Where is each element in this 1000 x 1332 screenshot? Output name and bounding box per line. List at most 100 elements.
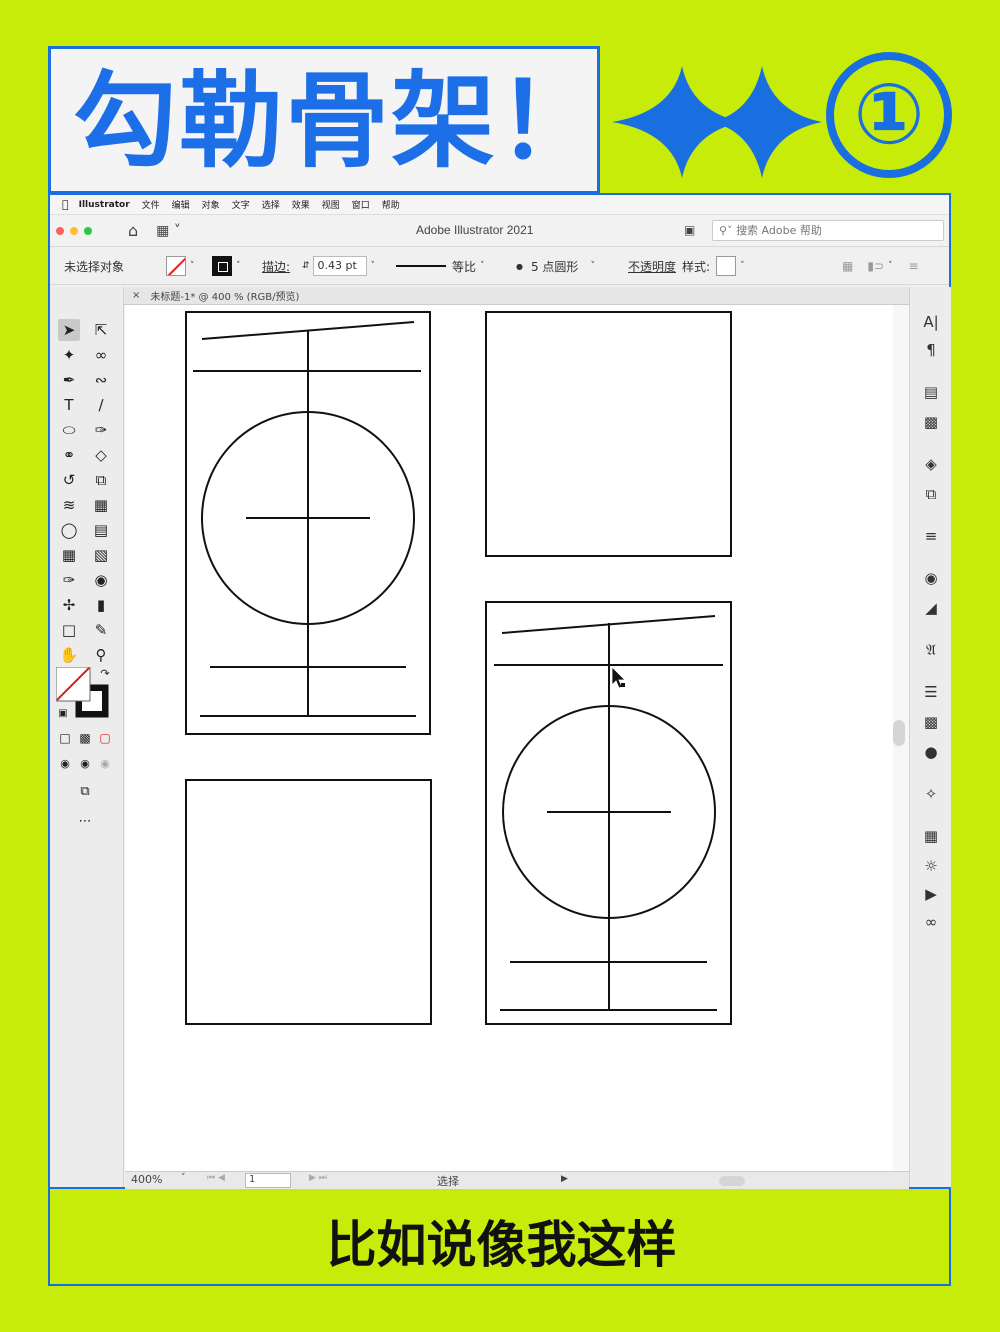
stroke-stepper-icon[interactable]: ⇵	[302, 261, 310, 271]
chevron-down-icon[interactable]: ˅	[236, 261, 241, 271]
menu-item-edit[interactable]: 编辑	[172, 198, 190, 211]
none-mode-icon[interactable]: ▢	[94, 727, 116, 749]
shaper-tool-icon[interactable]: ⚭	[58, 444, 80, 466]
blend-tool-icon[interactable]: ◉	[90, 569, 112, 591]
next-artboard-icon[interactable]: ▶ ⏭	[309, 1173, 327, 1183]
width-tool-icon[interactable]: ≋	[58, 494, 80, 516]
artboard-tool-icon[interactable]: □	[58, 619, 80, 641]
type-tool-icon[interactable]: T	[58, 394, 80, 416]
hand-tool-icon[interactable]: ✋	[58, 644, 80, 666]
stroke-panel-icon[interactable]: ☰	[920, 681, 942, 703]
pathfinder-panel-icon[interactable]: ▩	[920, 411, 942, 433]
chevron-down-icon[interactable]: ˅	[480, 261, 485, 271]
gradient-mode-icon[interactable]: ▩	[74, 727, 96, 749]
color-guide-panel-icon[interactable]: ◢	[920, 597, 942, 619]
scale-tool-icon[interactable]: ⧉	[90, 469, 112, 491]
fill-none-swatch[interactable]	[166, 256, 186, 276]
align-panel-icon[interactable]: ▤	[920, 381, 942, 403]
stroke-swatch[interactable]	[212, 256, 232, 276]
help-search-input[interactable]	[736, 224, 927, 237]
fill-control[interactable]: ˅	[166, 256, 195, 276]
chevron-down-icon[interactable]: ˅	[740, 261, 745, 271]
symbols-panel-icon[interactable]: ✧	[920, 783, 942, 805]
close-icon[interactable]: ×	[132, 290, 140, 301]
arrange-documents-icon[interactable]: ▣	[684, 223, 695, 237]
close-window-button[interactable]	[56, 226, 64, 235]
artboards-panel-icon[interactable]: ⧉	[920, 483, 942, 505]
gradient-panel-icon[interactable]: ▩	[920, 711, 942, 733]
zoom-level[interactable]: 400%	[131, 1173, 162, 1186]
default-colors-icon[interactable]: ▣	[52, 703, 74, 725]
artboard-number-field[interactable]: 1	[245, 1173, 291, 1188]
menu-item-effect[interactable]: 效果	[292, 198, 310, 211]
free-transform-tool-icon[interactable]: ▦	[90, 494, 112, 516]
selection-tool-icon[interactable]: ➤	[58, 319, 80, 341]
horizontal-scroll-thumb[interactable]	[719, 1176, 745, 1186]
menu-item-object[interactable]: 对象	[202, 198, 220, 211]
mesh-tool-icon[interactable]: ▦	[58, 544, 80, 566]
menu-item-file[interactable]: 文件	[142, 198, 160, 211]
line-tool-icon[interactable]: ∕	[90, 394, 112, 416]
chevron-down-icon[interactable]: ˅	[590, 261, 595, 271]
chevron-down-icon[interactable]: ˅	[371, 261, 376, 271]
transparency-panel-icon[interactable]: ●	[920, 741, 942, 763]
draw-inside-icon[interactable]: ◉	[94, 753, 116, 775]
zoom-window-button[interactable]	[84, 226, 92, 235]
paintbrush-tool-icon[interactable]: ✑	[90, 419, 112, 441]
gradient-tool-icon[interactable]: ▧	[90, 544, 112, 566]
rotate-tool-icon[interactable]: ↺	[58, 469, 80, 491]
brush-definition[interactable]: ● 5 点圆形 ˅	[516, 256, 595, 276]
color-mode-icon[interactable]: □	[54, 727, 76, 749]
direct-selection-tool-icon[interactable]: ⇱	[90, 319, 112, 341]
document-tab[interactable]: × 未标题-1* @ 400 % (RGB/预览)	[124, 288, 313, 303]
ellipse-tool-icon[interactable]: ⬭	[58, 419, 80, 441]
curvature-tool-icon[interactable]: ∾	[90, 369, 112, 391]
panel-menu-icon[interactable]: ≡	[909, 259, 919, 273]
pen-tool-icon[interactable]: ✒	[58, 369, 80, 391]
align-icon[interactable]: ▦	[842, 259, 853, 273]
eyedropper-tool-icon[interactable]: ✑	[58, 569, 80, 591]
menu-item-type[interactable]: 文字	[232, 198, 250, 211]
draw-behind-icon[interactable]: ◉	[74, 753, 96, 775]
chevron-down-icon[interactable]: ˅	[190, 261, 195, 271]
actions-panel-icon[interactable]: ▶	[920, 883, 942, 905]
links-panel-icon[interactable]: ∞	[920, 911, 942, 933]
vertical-scrollbar[interactable]	[893, 305, 909, 1171]
shape-builder-tool-icon[interactable]: ◯	[58, 519, 80, 541]
lasso-tool-icon[interactable]: ∞	[90, 344, 112, 366]
appearance-panel-icon[interactable]: ☼	[920, 855, 942, 877]
slice-tool-icon[interactable]: ✎	[90, 619, 112, 641]
help-search[interactable]: ⚲˅	[712, 220, 944, 241]
stroke-control[interactable]: ˅	[212, 256, 241, 276]
paragraph-panel-icon[interactable]: ¶	[920, 339, 942, 361]
style-swatch[interactable]	[716, 256, 737, 276]
status-menu-icon[interactable]: ▶	[561, 1174, 568, 1184]
column-graph-tool-icon[interactable]: ▮	[90, 594, 112, 616]
opacity-label[interactable]: 不透明度	[628, 258, 676, 275]
chevron-down-icon[interactable]: ˅	[181, 1173, 186, 1183]
menu-item-illustrator[interactable]: Illustrator	[79, 200, 130, 210]
perspective-grid-tool-icon[interactable]: ▤	[90, 519, 112, 541]
edit-toolbar-icon[interactable]: ⋯	[74, 811, 96, 833]
previous-artboard-icon[interactable]: ⏮ ◀	[207, 1173, 225, 1183]
menu-item-view[interactable]: 视图	[322, 198, 340, 211]
properties-panel-icon[interactable]: ≡	[920, 525, 942, 547]
artboard-canvas[interactable]	[125, 305, 909, 1171]
eraser-tool-icon[interactable]: ◇	[90, 444, 112, 466]
screen-mode-icon[interactable]: ⧉	[74, 781, 96, 803]
variable-width-profile[interactable]: 等比 ˅	[396, 256, 485, 276]
symbol-sprayer-tool-icon[interactable]: ✢	[58, 594, 80, 616]
menu-item-select[interactable]: 选择	[262, 198, 280, 211]
draw-normal-icon[interactable]: ◉	[54, 753, 76, 775]
artboard-3[interactable]	[185, 779, 432, 1025]
magic-wand-tool-icon[interactable]: ✦	[58, 344, 80, 366]
menu-item-window[interactable]: 窗口	[352, 198, 370, 211]
vertical-scroll-thumb[interactable]	[893, 720, 905, 746]
workspace-switcher-icon[interactable]: ▦ ˅	[156, 223, 181, 239]
glyphs-panel-icon[interactable]: 𝔄	[920, 639, 942, 661]
menu-item-help[interactable]: 帮助	[382, 198, 400, 211]
stroke-weight-field[interactable]: 0.43 pt	[312, 256, 367, 276]
color-panel-icon[interactable]: ◉	[920, 567, 942, 589]
character-panel-icon[interactable]: A|	[920, 311, 942, 333]
transform-icon[interactable]: ▮⊃	[867, 259, 884, 273]
